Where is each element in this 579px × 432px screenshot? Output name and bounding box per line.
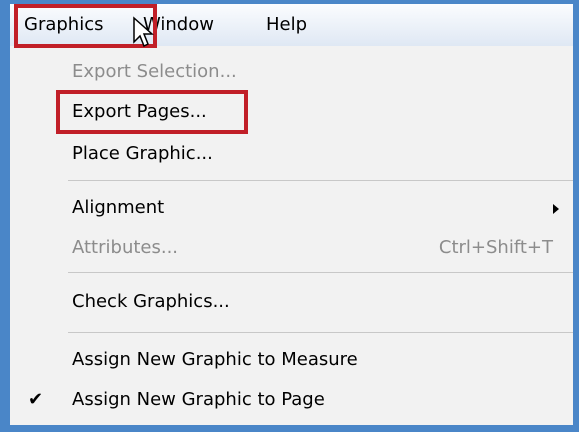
menu-separator (68, 272, 573, 273)
window-frame-bottom (0, 425, 579, 432)
window-frame-right (573, 0, 579, 432)
menu-item-assign-measure[interactable]: Assign New Graphic to Measure (10, 338, 573, 382)
highlight-box-export-pages (56, 90, 248, 134)
menu-separator (68, 332, 573, 333)
submenu-arrow-icon (553, 204, 559, 214)
mouse-cursor-icon (133, 16, 154, 48)
checkmark-icon: ✔ (28, 389, 44, 410)
menu-item-alignment[interactable]: Alignment (10, 186, 573, 230)
shortcut-label: Ctrl+Shift+T (438, 237, 553, 258)
menu-item-export-selection: Export Selection... (72, 61, 237, 82)
menu-item-check-graphics[interactable]: Check Graphics... (10, 280, 573, 324)
menu-item-place-graphic[interactable]: Place Graphic... (10, 132, 573, 176)
menu-help[interactable]: Help (260, 4, 313, 46)
menu-item-attributes: Attributes... Ctrl+Shift+T (10, 226, 573, 270)
menu-separator (68, 180, 573, 181)
window-frame-left (0, 0, 10, 432)
menu-item-assign-page[interactable]: ✔ Assign New Graphic to Page (10, 378, 573, 422)
